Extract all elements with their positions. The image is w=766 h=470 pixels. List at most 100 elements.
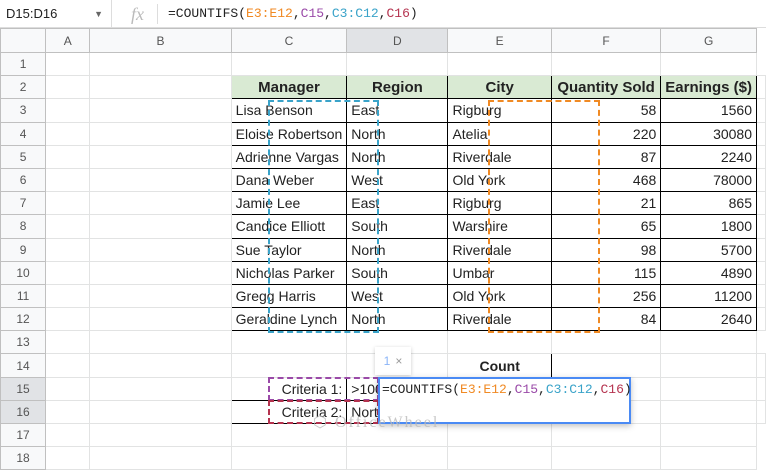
- cell[interactable]: [89, 144, 232, 169]
- cell[interactable]: [756, 121, 766, 146]
- cell[interactable]: [89, 191, 232, 216]
- cell[interactable]: [89, 422, 232, 448]
- cell[interactable]: [89, 237, 232, 262]
- table-cell[interactable]: 11200: [660, 283, 757, 309]
- formula-input[interactable]: =COUNTIFS(E3:E12,C15,C3:C12,C16): [158, 6, 418, 21]
- cell[interactable]: [756, 283, 766, 309]
- column-header[interactable]: F: [550, 28, 662, 53]
- cell[interactable]: [45, 422, 91, 448]
- cell[interactable]: [89, 283, 232, 309]
- table-cell[interactable]: Eloise Robertson: [230, 121, 348, 146]
- row-header[interactable]: 15: [0, 376, 47, 401]
- table-cell[interactable]: East: [346, 98, 449, 123]
- table-cell[interactable]: Rigburg: [447, 98, 552, 123]
- cell[interactable]: [660, 446, 757, 470]
- cell[interactable]: [660, 422, 757, 448]
- cell[interactable]: [550, 422, 662, 448]
- name-box[interactable]: D15:D16 ▼: [0, 0, 112, 28]
- table-cell[interactable]: Old York: [447, 283, 552, 309]
- cell[interactable]: [660, 376, 757, 401]
- table-cell[interactable]: Warshire: [447, 214, 552, 239]
- table-header-cell[interactable]: Region: [346, 75, 449, 100]
- cell[interactable]: [447, 330, 552, 355]
- table-cell[interactable]: 58: [550, 98, 662, 123]
- count-header[interactable]: Count: [447, 353, 552, 378]
- table-cell[interactable]: North: [346, 307, 449, 332]
- cell[interactable]: [45, 260, 91, 285]
- cell[interactable]: [45, 376, 91, 401]
- table-cell[interactable]: Geraldine Lynch: [230, 307, 348, 332]
- cell[interactable]: [756, 214, 766, 239]
- row-header[interactable]: 7: [0, 191, 47, 216]
- cell[interactable]: [230, 446, 348, 470]
- cell[interactable]: [756, 75, 766, 100]
- table-cell[interactable]: Riverdale: [447, 144, 552, 169]
- table-cell[interactable]: Adrienne Vargas: [230, 144, 348, 169]
- row-header[interactable]: 17: [0, 422, 47, 448]
- table-cell[interactable]: 220: [550, 121, 662, 146]
- row-header[interactable]: 14: [0, 353, 47, 378]
- cell[interactable]: [89, 51, 232, 77]
- table-header-cell[interactable]: City: [447, 75, 552, 100]
- row-header[interactable]: 4: [0, 121, 47, 146]
- table-cell[interactable]: Atelia: [447, 121, 552, 146]
- row-header[interactable]: 5: [0, 144, 47, 169]
- table-cell[interactable]: 21: [550, 191, 662, 216]
- table-cell[interactable]: Sue Taylor: [230, 237, 348, 262]
- cell[interactable]: [89, 167, 232, 193]
- table-cell[interactable]: 87: [550, 144, 662, 169]
- column-header[interactable]: C: [230, 28, 348, 53]
- cell[interactable]: [346, 51, 449, 77]
- table-cell[interactable]: Riverdale: [447, 237, 552, 262]
- cell[interactable]: [447, 51, 552, 77]
- cell[interactable]: [45, 330, 91, 355]
- cell[interactable]: [89, 121, 232, 146]
- table-header-cell[interactable]: Earnings ($): [660, 75, 757, 100]
- row-header[interactable]: 16: [0, 399, 47, 425]
- column-header[interactable]: A: [45, 28, 91, 53]
- table-cell[interactable]: Nicholas Parker: [230, 260, 348, 285]
- cell[interactable]: [45, 98, 91, 123]
- cell[interactable]: [89, 75, 232, 100]
- close-icon[interactable]: ×: [395, 354, 402, 368]
- cell[interactable]: [45, 307, 91, 332]
- row-header[interactable]: 9: [0, 237, 47, 262]
- table-cell[interactable]: Jamie Lee: [230, 191, 348, 216]
- table-cell[interactable]: East: [346, 191, 449, 216]
- row-header[interactable]: 18: [0, 446, 47, 470]
- cell[interactable]: [89, 353, 232, 378]
- table-cell[interactable]: West: [346, 283, 449, 309]
- table-cell[interactable]: 468: [550, 167, 662, 193]
- column-header[interactable]: D: [346, 28, 449, 53]
- table-cell[interactable]: 865: [660, 191, 757, 216]
- table-cell[interactable]: Gregg Harris: [230, 283, 348, 309]
- cell[interactable]: [756, 353, 766, 378]
- cell[interactable]: [660, 51, 757, 77]
- table-cell[interactable]: Rigburg: [447, 191, 552, 216]
- cell[interactable]: [45, 144, 91, 169]
- cell[interactable]: [89, 98, 232, 123]
- cell[interactable]: [89, 307, 232, 332]
- table-cell[interactable]: Candice Elliott: [230, 214, 348, 239]
- cell[interactable]: [447, 422, 552, 448]
- cell[interactable]: [346, 446, 449, 470]
- table-cell[interactable]: South: [346, 214, 449, 239]
- cell[interactable]: [45, 167, 91, 193]
- cell[interactable]: [230, 330, 348, 355]
- cell[interactable]: [45, 399, 91, 425]
- cell[interactable]: [550, 446, 662, 470]
- table-cell[interactable]: 84: [550, 307, 662, 332]
- cell[interactable]: [89, 399, 232, 425]
- column-header[interactable]: E: [447, 28, 552, 53]
- cell[interactable]: [89, 260, 232, 285]
- cell[interactable]: [756, 191, 766, 216]
- table-cell[interactable]: Dana Weber: [230, 167, 348, 193]
- cell[interactable]: [45, 51, 91, 77]
- cell[interactable]: [756, 260, 766, 285]
- table-cell[interactable]: 2640: [660, 307, 757, 332]
- cell[interactable]: [550, 353, 662, 378]
- cell[interactable]: [45, 121, 91, 146]
- column-header[interactable]: G: [660, 28, 757, 53]
- cell[interactable]: [45, 75, 91, 100]
- table-cell[interactable]: Old York: [447, 167, 552, 193]
